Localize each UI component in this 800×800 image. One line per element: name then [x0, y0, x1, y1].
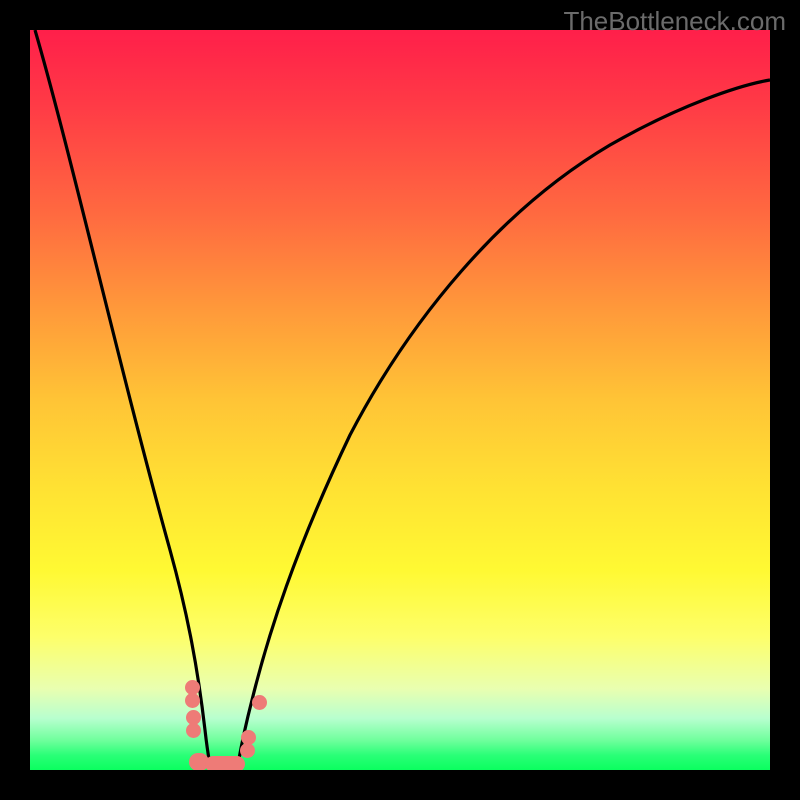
bottleneck-curve — [30, 30, 770, 770]
curve-right-branch — [237, 80, 770, 770]
marker-capsule-long — [205, 756, 245, 770]
watermark-text: TheBottleneck.com — [563, 6, 786, 37]
curve-left-branch — [35, 30, 211, 770]
marker-dot — [252, 695, 267, 710]
marker-dot — [240, 743, 255, 758]
marker-dot — [185, 693, 200, 708]
plot-area — [30, 30, 770, 770]
marker-dot — [186, 723, 201, 738]
